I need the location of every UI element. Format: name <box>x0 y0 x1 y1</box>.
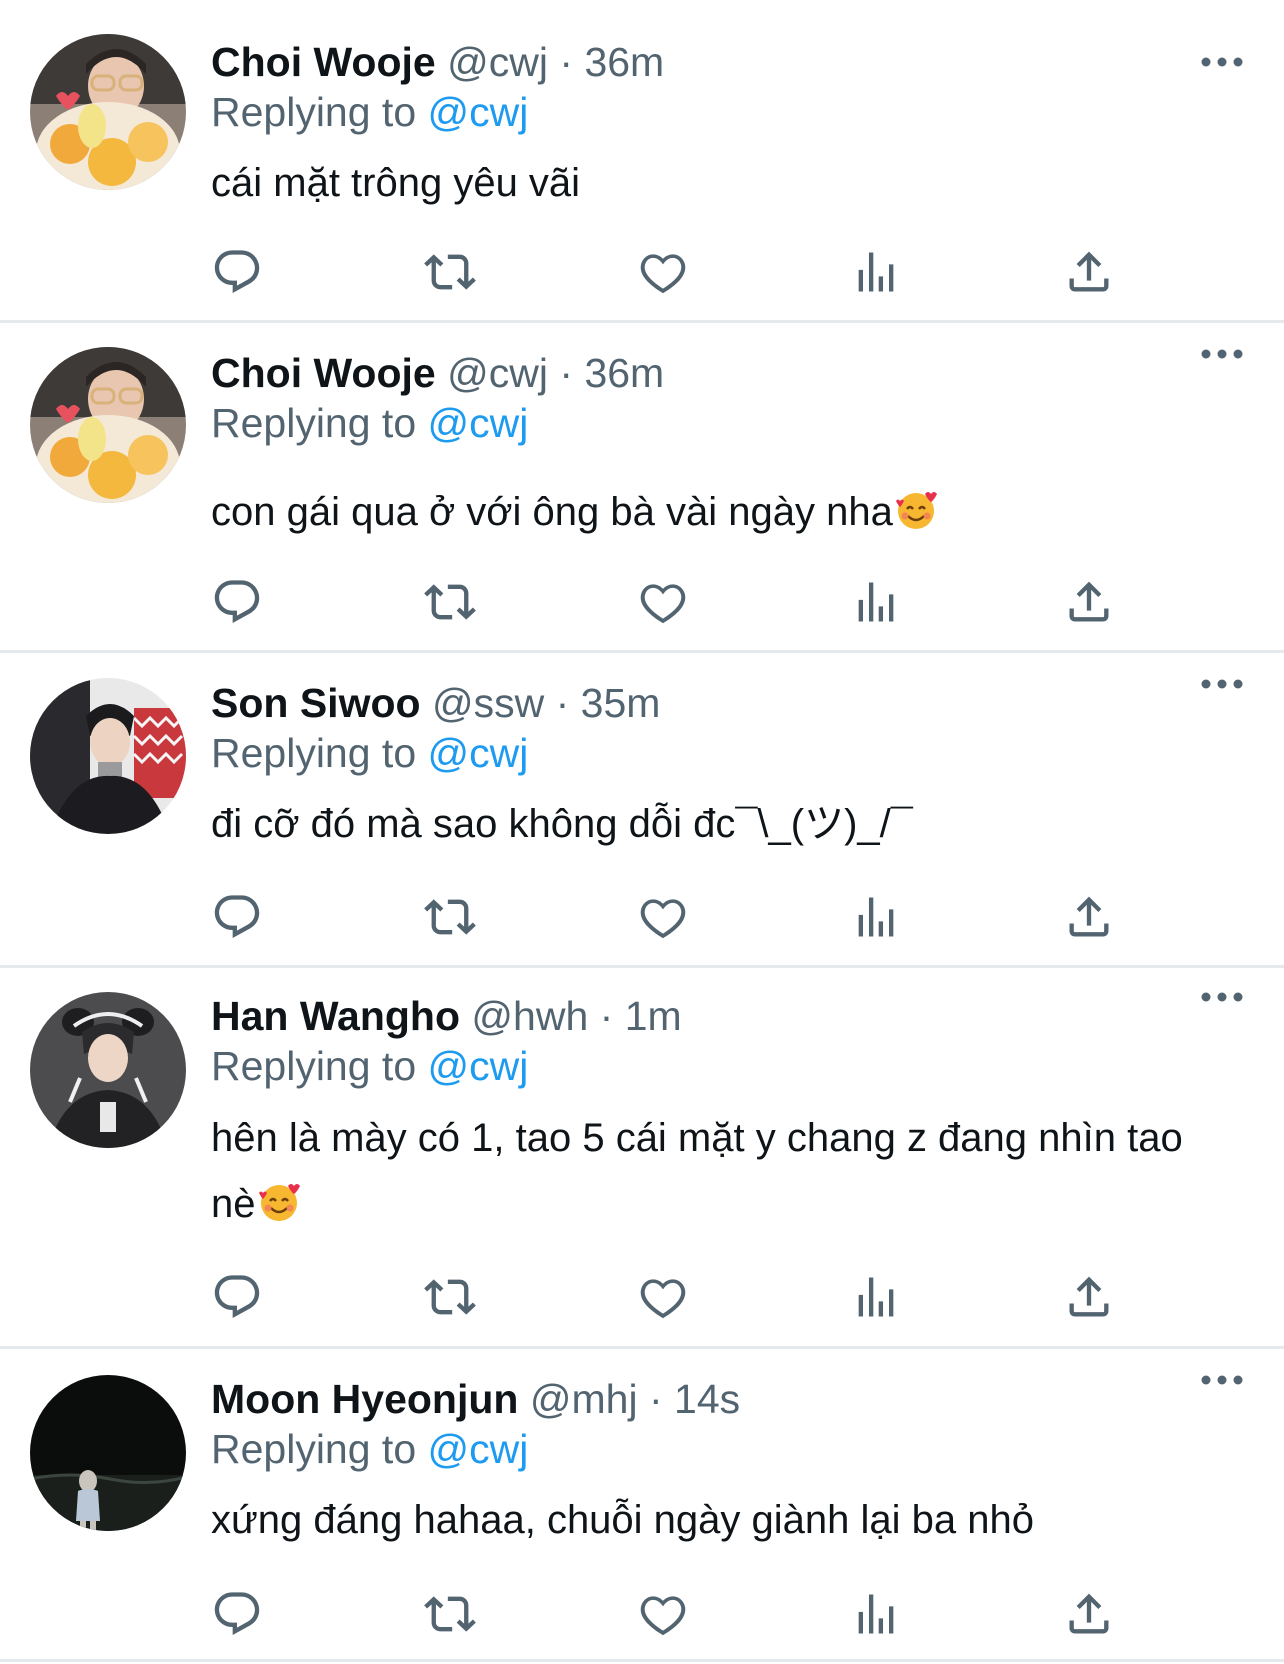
views-icon[interactable] <box>850 246 902 298</box>
share-icon[interactable] <box>1063 246 1115 298</box>
retweet-icon[interactable] <box>424 1271 476 1323</box>
display-name[interactable]: Son Siwoo <box>211 680 421 726</box>
separator-dot: · <box>559 350 574 396</box>
timestamp[interactable]: 36m <box>584 39 664 85</box>
reply-icon[interactable] <box>211 246 263 298</box>
smiling-face-with-hearts-icon <box>895 485 937 529</box>
divider <box>0 1659 1284 1662</box>
reply-icon[interactable] <box>211 1271 263 1323</box>
retweet-icon[interactable] <box>424 246 476 298</box>
share-icon[interactable] <box>1063 1271 1115 1323</box>
replying-prefix: Replying to <box>211 1426 417 1472</box>
display-name[interactable]: Moon Hyeonjun <box>211 1376 518 1422</box>
reply-icon[interactable] <box>211 576 263 628</box>
tweet-text: hên là mày có 1, tao 5 cái mặt y chang z… <box>211 1105 1221 1237</box>
user-handle[interactable]: @cwj <box>447 39 548 85</box>
heart-icon[interactable] <box>637 246 689 298</box>
avatar[interactable] <box>30 1375 186 1531</box>
heart-icon[interactable] <box>637 576 689 628</box>
share-icon[interactable] <box>1063 891 1115 943</box>
tweet-text-content: cái mặt trông yêu vãi <box>211 161 581 205</box>
heart-icon[interactable] <box>637 1588 689 1640</box>
mention-link[interactable]: @cwj <box>428 730 529 776</box>
separator-dot: · <box>599 993 614 1039</box>
avatar[interactable] <box>30 992 186 1148</box>
separator-dot: · <box>555 680 570 726</box>
replying-prefix: Replying to <box>211 400 417 446</box>
retweet-icon[interactable] <box>424 891 476 943</box>
timestamp[interactable]: 1m <box>625 993 682 1039</box>
mention-link[interactable]: @cwj <box>428 400 529 446</box>
timestamp[interactable]: 36m <box>584 350 664 396</box>
user-handle[interactable]: @ssw <box>432 680 544 726</box>
user-handle[interactable]: @hwh <box>471 993 588 1039</box>
mention-link[interactable]: @cwj <box>428 1426 529 1472</box>
tweet-text: xứng đáng hahaa, chuỗi ngày giành lại ba… <box>211 1487 1221 1553</box>
tweet[interactable]: Han Wangho @hwh · 1m Replying to @cwj hê… <box>0 968 1284 1349</box>
mention-link[interactable]: @cwj <box>428 1043 529 1089</box>
display-name[interactable]: Choi Wooje <box>211 39 436 85</box>
tweet-text: đi cỡ đó mà sao không dỗi đc¯\_(ツ)_/¯ <box>211 791 1221 857</box>
replying-to: Replying to @cwj <box>211 727 528 779</box>
retweet-icon[interactable] <box>424 576 476 628</box>
separator-dot: · <box>559 39 574 85</box>
views-icon[interactable] <box>850 1588 902 1640</box>
tweet[interactable]: Moon Hyeonjun @mhj · 14s Replying to @cw… <box>0 1349 1284 1664</box>
avatar[interactable] <box>30 678 186 834</box>
share-icon[interactable] <box>1063 1588 1115 1640</box>
tweet-header: Han Wangho @hwh · 1m <box>211 990 682 1042</box>
smiling-face-with-hearts-icon <box>258 1177 300 1221</box>
replying-prefix: Replying to <box>211 1043 417 1089</box>
tweet[interactable]: Choi Wooje @cwj · 36m Replying to @cwj c… <box>0 323 1284 652</box>
mention-link[interactable]: @cwj <box>428 89 529 135</box>
replying-prefix: Replying to <box>211 89 417 135</box>
display-name[interactable]: Han Wangho <box>211 993 460 1039</box>
more-icon[interactable] <box>1200 1370 1244 1390</box>
tweet[interactable]: Son Siwoo @ssw · 35m Replying to @cwj đi… <box>0 653 1284 968</box>
display-name[interactable]: Choi Wooje <box>211 350 436 396</box>
tweet-text-content: con gái qua ở với ông bà vài ngày nha <box>211 490 893 534</box>
tweet-header: Son Siwoo @ssw · 35m <box>211 677 660 729</box>
tweet-text-content: xứng đáng hahaa, chuỗi ngày giành lại ba… <box>211 1498 1034 1542</box>
replying-to: Replying to @cwj <box>211 397 528 449</box>
tweet-header: Choi Wooje @cwj · 36m <box>211 36 664 88</box>
views-icon[interactable] <box>850 891 902 943</box>
share-icon[interactable] <box>1063 576 1115 628</box>
more-icon[interactable] <box>1200 52 1244 72</box>
more-icon[interactable] <box>1200 344 1244 364</box>
tweet-text-content: hên là mày có 1, tao 5 cái mặt y chang z… <box>211 1116 1183 1226</box>
views-icon[interactable] <box>850 576 902 628</box>
tweet-text-content: đi cỡ đó mà sao không dỗi đc¯\_(ツ)_/¯ <box>211 802 913 846</box>
reply-icon[interactable] <box>211 1588 263 1640</box>
reply-feed: Choi Wooje @cwj · 36m Replying to @cwj c… <box>0 0 1284 1664</box>
replying-to: Replying to @cwj <box>211 86 528 138</box>
separator-dot: · <box>648 1376 663 1422</box>
avatar[interactable] <box>30 34 186 190</box>
heart-icon[interactable] <box>637 891 689 943</box>
heart-icon[interactable] <box>637 1271 689 1323</box>
tweet-text: cái mặt trông yêu vãi <box>211 150 1221 216</box>
tweet-header: Choi Wooje @cwj · 36m <box>211 347 664 399</box>
replying-to: Replying to @cwj <box>211 1423 528 1475</box>
tweet[interactable]: Choi Wooje @cwj · 36m Replying to @cwj c… <box>0 0 1284 323</box>
tweet-header: Moon Hyeonjun @mhj · 14s <box>211 1373 740 1425</box>
user-handle[interactable]: @cwj <box>447 350 548 396</box>
more-icon[interactable] <box>1200 987 1244 1007</box>
user-handle[interactable]: @mhj <box>530 1376 638 1422</box>
more-icon[interactable] <box>1200 674 1244 694</box>
retweet-icon[interactable] <box>424 1588 476 1640</box>
views-icon[interactable] <box>850 1271 902 1323</box>
replying-to: Replying to @cwj <box>211 1040 528 1092</box>
timestamp[interactable]: 14s <box>674 1376 740 1422</box>
replying-prefix: Replying to <box>211 730 417 776</box>
timestamp[interactable]: 35m <box>581 680 661 726</box>
avatar[interactable] <box>30 347 186 503</box>
tweet-text: con gái qua ở với ông bà vài ngày nha <box>211 479 1221 545</box>
reply-icon[interactable] <box>211 891 263 943</box>
